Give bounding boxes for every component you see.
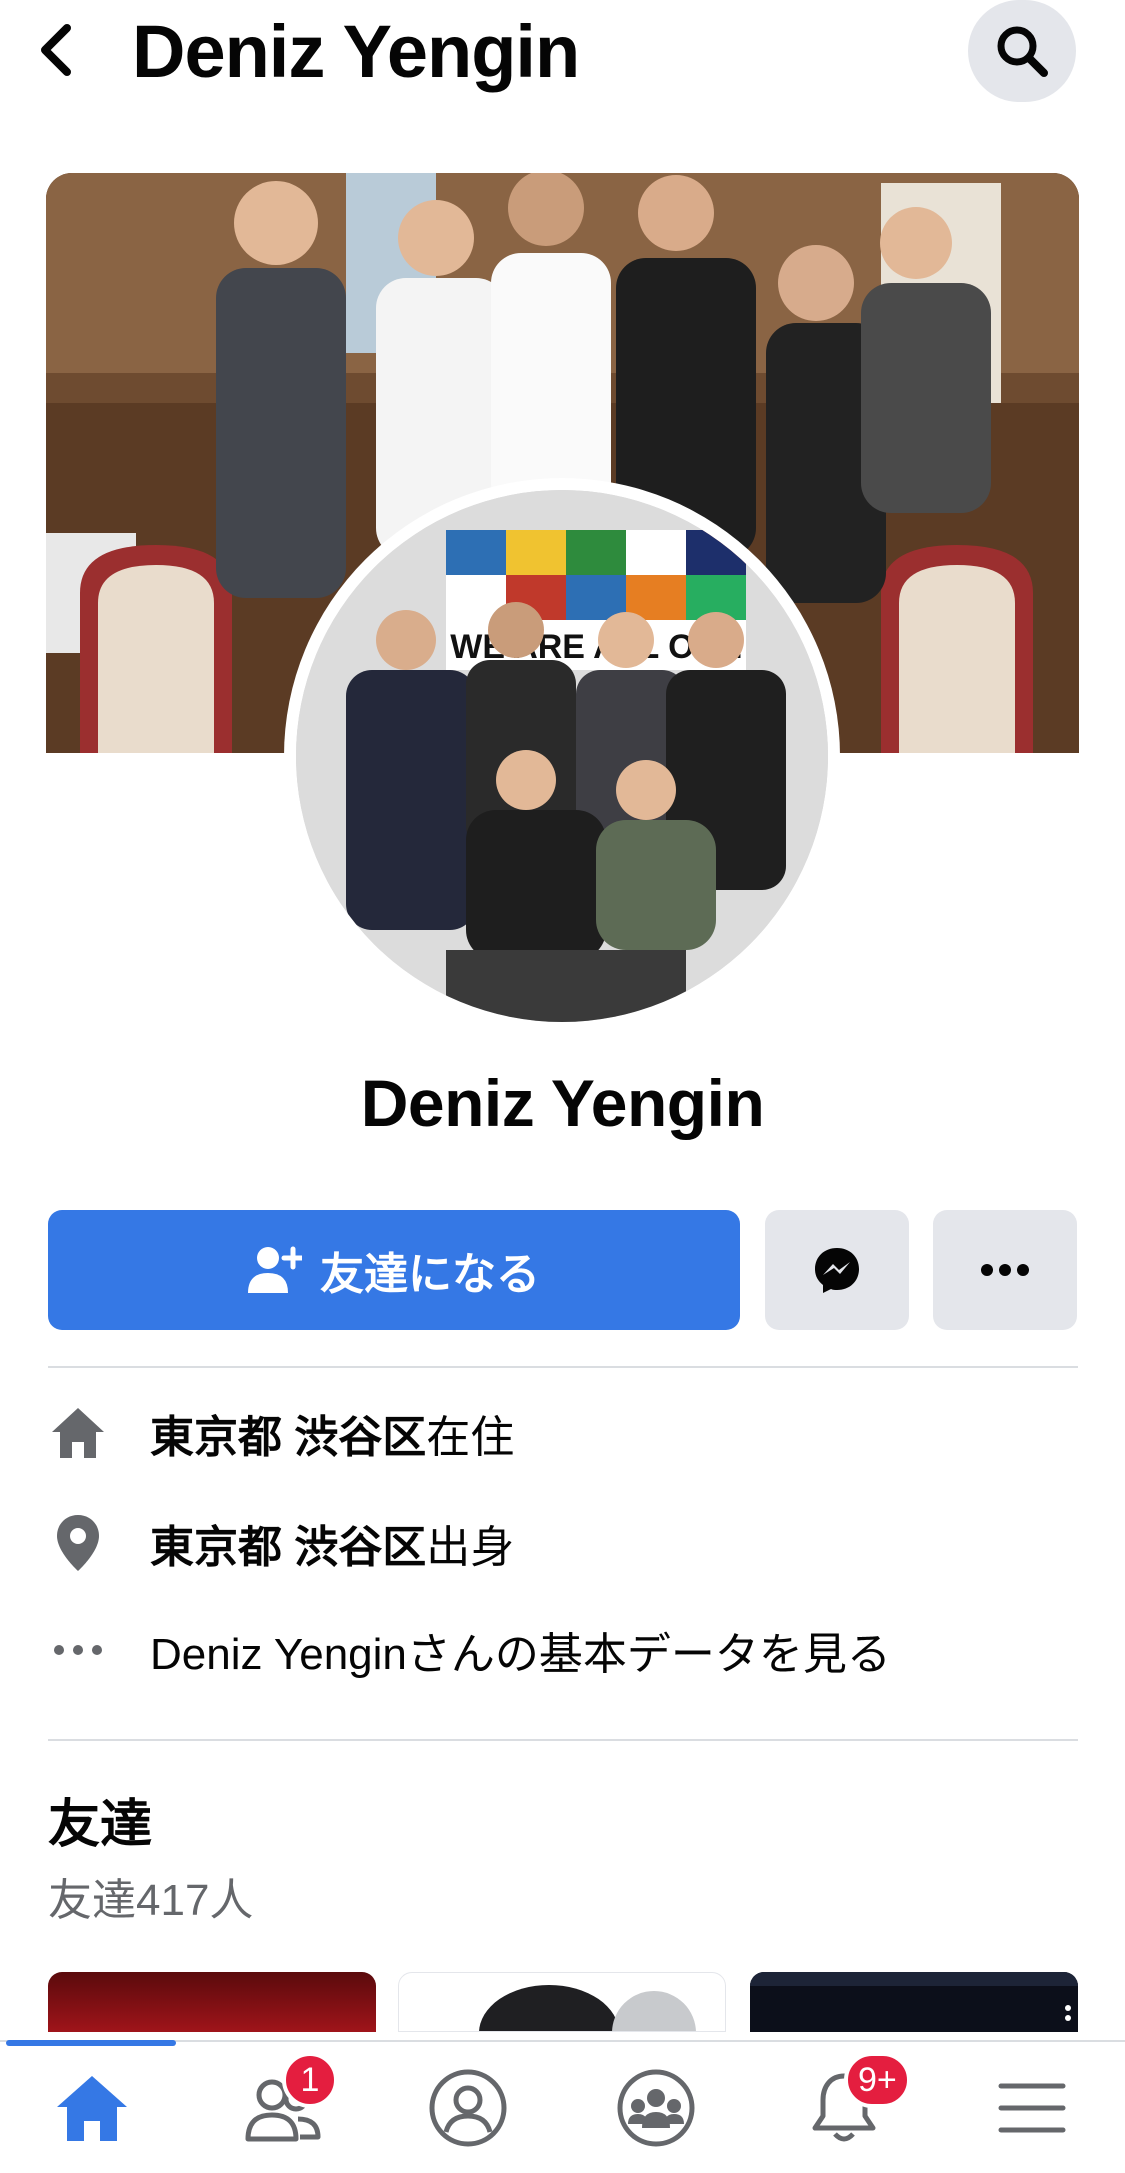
friends-badge: 1 bbox=[282, 2052, 338, 2108]
tab-profile[interactable] bbox=[408, 2058, 528, 2158]
bottom-tab-bar: 1 9+ bbox=[0, 2040, 1125, 2173]
location-pin-icon bbox=[48, 1513, 108, 1573]
tab-friends[interactable]: 1 bbox=[222, 2052, 342, 2158]
menu-icon bbox=[998, 2083, 1066, 2133]
friend-thumbnail[interactable] bbox=[750, 1972, 1078, 2032]
profile-page: Deniz Yengin WE ARE ALL ONE Deniz Yengin… bbox=[0, 0, 1125, 2173]
lives-in-suffix: 在住 bbox=[426, 1413, 515, 1462]
profile-icon bbox=[429, 2069, 507, 2147]
more-horizontal-icon bbox=[981, 1264, 1029, 1276]
info-from: 東京都 渋谷区出身 bbox=[48, 1503, 1078, 1583]
add-friend-button[interactable]: 友達になる bbox=[48, 1210, 740, 1330]
groups-icon bbox=[617, 2069, 695, 2147]
friend-thumbnail[interactable] bbox=[48, 1972, 376, 2032]
tab-menu[interactable] bbox=[972, 2058, 1092, 2158]
friends-section-title: 友達 bbox=[48, 1796, 153, 1854]
lives-in-location[interactable]: 東京都 渋谷区 bbox=[150, 1413, 426, 1462]
divider bbox=[48, 1366, 1078, 1368]
see-about-info-label: Deniz Yenginさんの基本データを見る bbox=[150, 1630, 891, 1679]
tab-groups[interactable] bbox=[596, 2058, 716, 2158]
more-horizontal-icon bbox=[48, 1620, 108, 1680]
chevron-left-icon bbox=[41, 24, 71, 76]
add-friend-label: 友達になる bbox=[320, 1250, 540, 1299]
divider bbox=[48, 1739, 1078, 1741]
messenger-button[interactable] bbox=[765, 1210, 909, 1330]
more-button[interactable] bbox=[933, 1210, 1077, 1330]
search-icon bbox=[997, 26, 1048, 77]
profile-name: Deniz Yengin bbox=[360, 1066, 765, 1140]
notifications-badge: 9+ bbox=[844, 2052, 911, 2108]
see-about-info-link[interactable]: Deniz Yenginさんの基本データを見る bbox=[48, 1610, 1078, 1690]
from-suffix: 出身 bbox=[426, 1523, 515, 1572]
from-location[interactable]: 東京都 渋谷区 bbox=[150, 1523, 426, 1572]
home-icon bbox=[48, 1403, 108, 1463]
back-button[interactable] bbox=[30, 18, 80, 82]
messenger-icon bbox=[815, 1248, 859, 1293]
tab-home[interactable] bbox=[32, 2058, 152, 2158]
add-friend-icon bbox=[248, 1246, 302, 1293]
page-title: Deniz Yengin bbox=[132, 10, 580, 93]
profile-picture-image: WE ARE ALL ONE bbox=[296, 490, 828, 1022]
profile-picture[interactable]: WE ARE ALL ONE bbox=[284, 478, 840, 1034]
friend-thumbnail[interactable] bbox=[398, 1972, 726, 2032]
search-button[interactable] bbox=[968, 0, 1076, 102]
active-tab-indicator bbox=[6, 2040, 176, 2046]
top-bar: Deniz Yengin bbox=[0, 0, 1125, 110]
friends-count[interactable]: 友達417人 bbox=[48, 1864, 253, 1928]
home-icon bbox=[57, 2076, 127, 2141]
info-lives-in: 東京都 渋谷区在住 bbox=[48, 1393, 1078, 1473]
tab-notifications[interactable]: 9+ bbox=[784, 2052, 911, 2158]
